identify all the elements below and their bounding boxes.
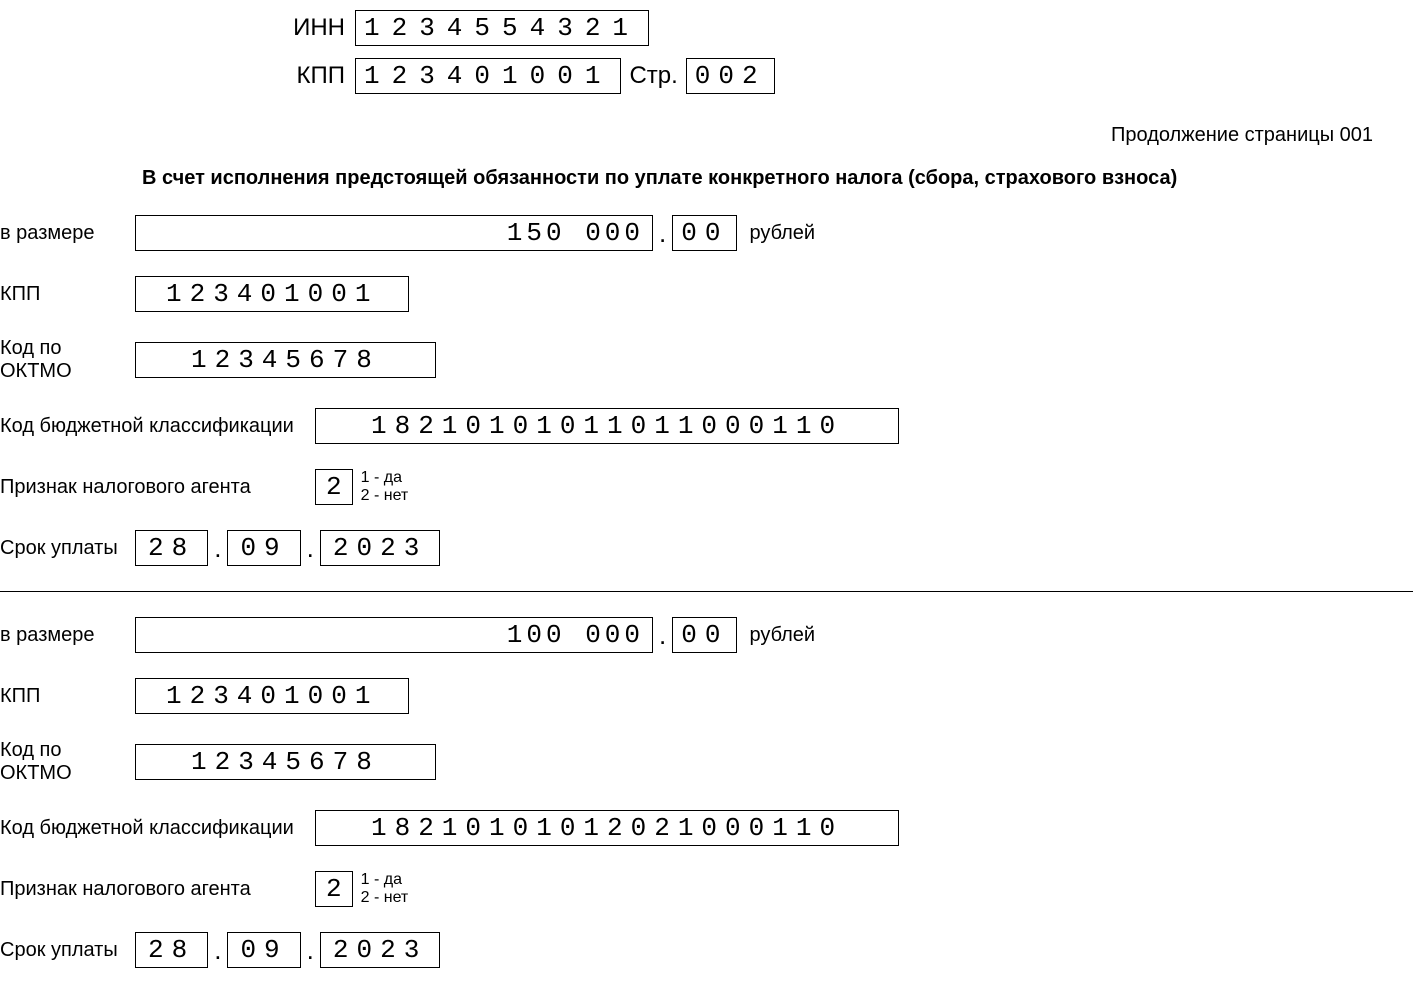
agent-legend-2: 2 - нет [361,487,409,505]
agent-value: 2 [315,871,353,907]
kbk-label: Код бюджетной классификации [0,415,315,438]
kpp-label: КПП [0,685,135,708]
kpp-label: КПП [0,283,135,306]
kbk-value: 18210101011011000110 [315,408,899,444]
date-dot2: . [307,533,314,564]
agent-label: Признак налогового агента [0,878,315,901]
agent-label: Признак налогового агента [0,476,315,499]
kbk-value: 18210101012021000110 [315,810,899,846]
kpp-top-row: КПП 123401001 Стр. 002 [0,58,1413,94]
continuation-text: Продолжение страницы 001 [0,124,1373,147]
kpp-row: КПП 123401001 [0,276,1413,312]
agent-value: 2 [315,469,353,505]
block-divider [0,591,1413,592]
agent-legend-1: 1 - да [361,871,409,889]
amount-dot: . [659,620,666,651]
kpp-top-label: КПП [0,62,345,90]
date-day: 28 [135,932,208,968]
rubles-label: рублей [749,624,815,647]
date-month: 09 [227,932,300,968]
inn-label: ИНН [0,14,345,42]
amount-label: в размере [0,222,135,245]
amount-row: в размере 100 000 . 00 рублей [0,617,1413,653]
amount-row: в размере 150 000 . 00 рублей [0,215,1413,251]
agent-legend: 1 - да 2 - нет [361,469,409,505]
agent-row: Признак налогового агента 2 1 - да 2 - н… [0,871,1413,907]
oktmo-value: 12345678 [135,342,436,378]
kpp-top-value: 123401001 [355,58,621,94]
kpp-row: КПП 123401001 [0,678,1413,714]
amount-label: в размере [0,624,135,647]
kpp-value: 123401001 [135,678,409,714]
due-date-row: Срок уплаты 28 . 09 . 2023 [0,932,1413,968]
inn-value: 1234554321 [355,10,649,46]
agent-legend-2: 2 - нет [361,889,409,907]
kbk-row: Код бюджетной классификации 182101010110… [0,408,1413,444]
oktmo-row: Код по ОКТМО 12345678 [0,337,1413,383]
date-dot2: . [307,935,314,966]
kpp-value: 123401001 [135,276,409,312]
amount-rub-value: 100 000 [135,617,653,653]
date-dot1: . [214,533,221,564]
agent-legend-1: 1 - да [361,469,409,487]
amount-kop-value: 00 [672,215,737,251]
section-title: В счет исполнения предстоящей обязанност… [142,167,1413,190]
oktmo-label: Код по ОКТМО [0,739,135,785]
kbk-row: Код бюджетной классификации 182101010120… [0,810,1413,846]
due-date-row: Срок уплаты 28 . 09 . 2023 [0,530,1413,566]
date-month: 09 [227,530,300,566]
agent-legend: 1 - да 2 - нет [361,871,409,907]
rubles-label: рублей [749,222,815,245]
oktmo-row: Код по ОКТМО 12345678 [0,739,1413,785]
date-year: 2023 [320,932,440,968]
oktmo-label: Код по ОКТМО [0,337,135,383]
date-day: 28 [135,530,208,566]
oktmo-value: 12345678 [135,744,436,780]
inn-row: ИНН 1234554321 [0,10,1413,46]
page-value: 002 [686,58,775,94]
agent-row: Признак налогового агента 2 1 - да 2 - н… [0,469,1413,505]
amount-rub-value: 150 000 [135,215,653,251]
date-dot1: . [214,935,221,966]
due-date-label: Срок уплаты [0,939,135,962]
date-year: 2023 [320,530,440,566]
kbk-label: Код бюджетной классификации [0,817,315,840]
due-date-label: Срок уплаты [0,537,135,560]
amount-kop-value: 00 [672,617,737,653]
document-header: ИНН 1234554321 КПП 123401001 Стр. 002 [0,10,1413,94]
amount-dot: . [659,218,666,249]
page-label: Стр. [629,62,677,90]
